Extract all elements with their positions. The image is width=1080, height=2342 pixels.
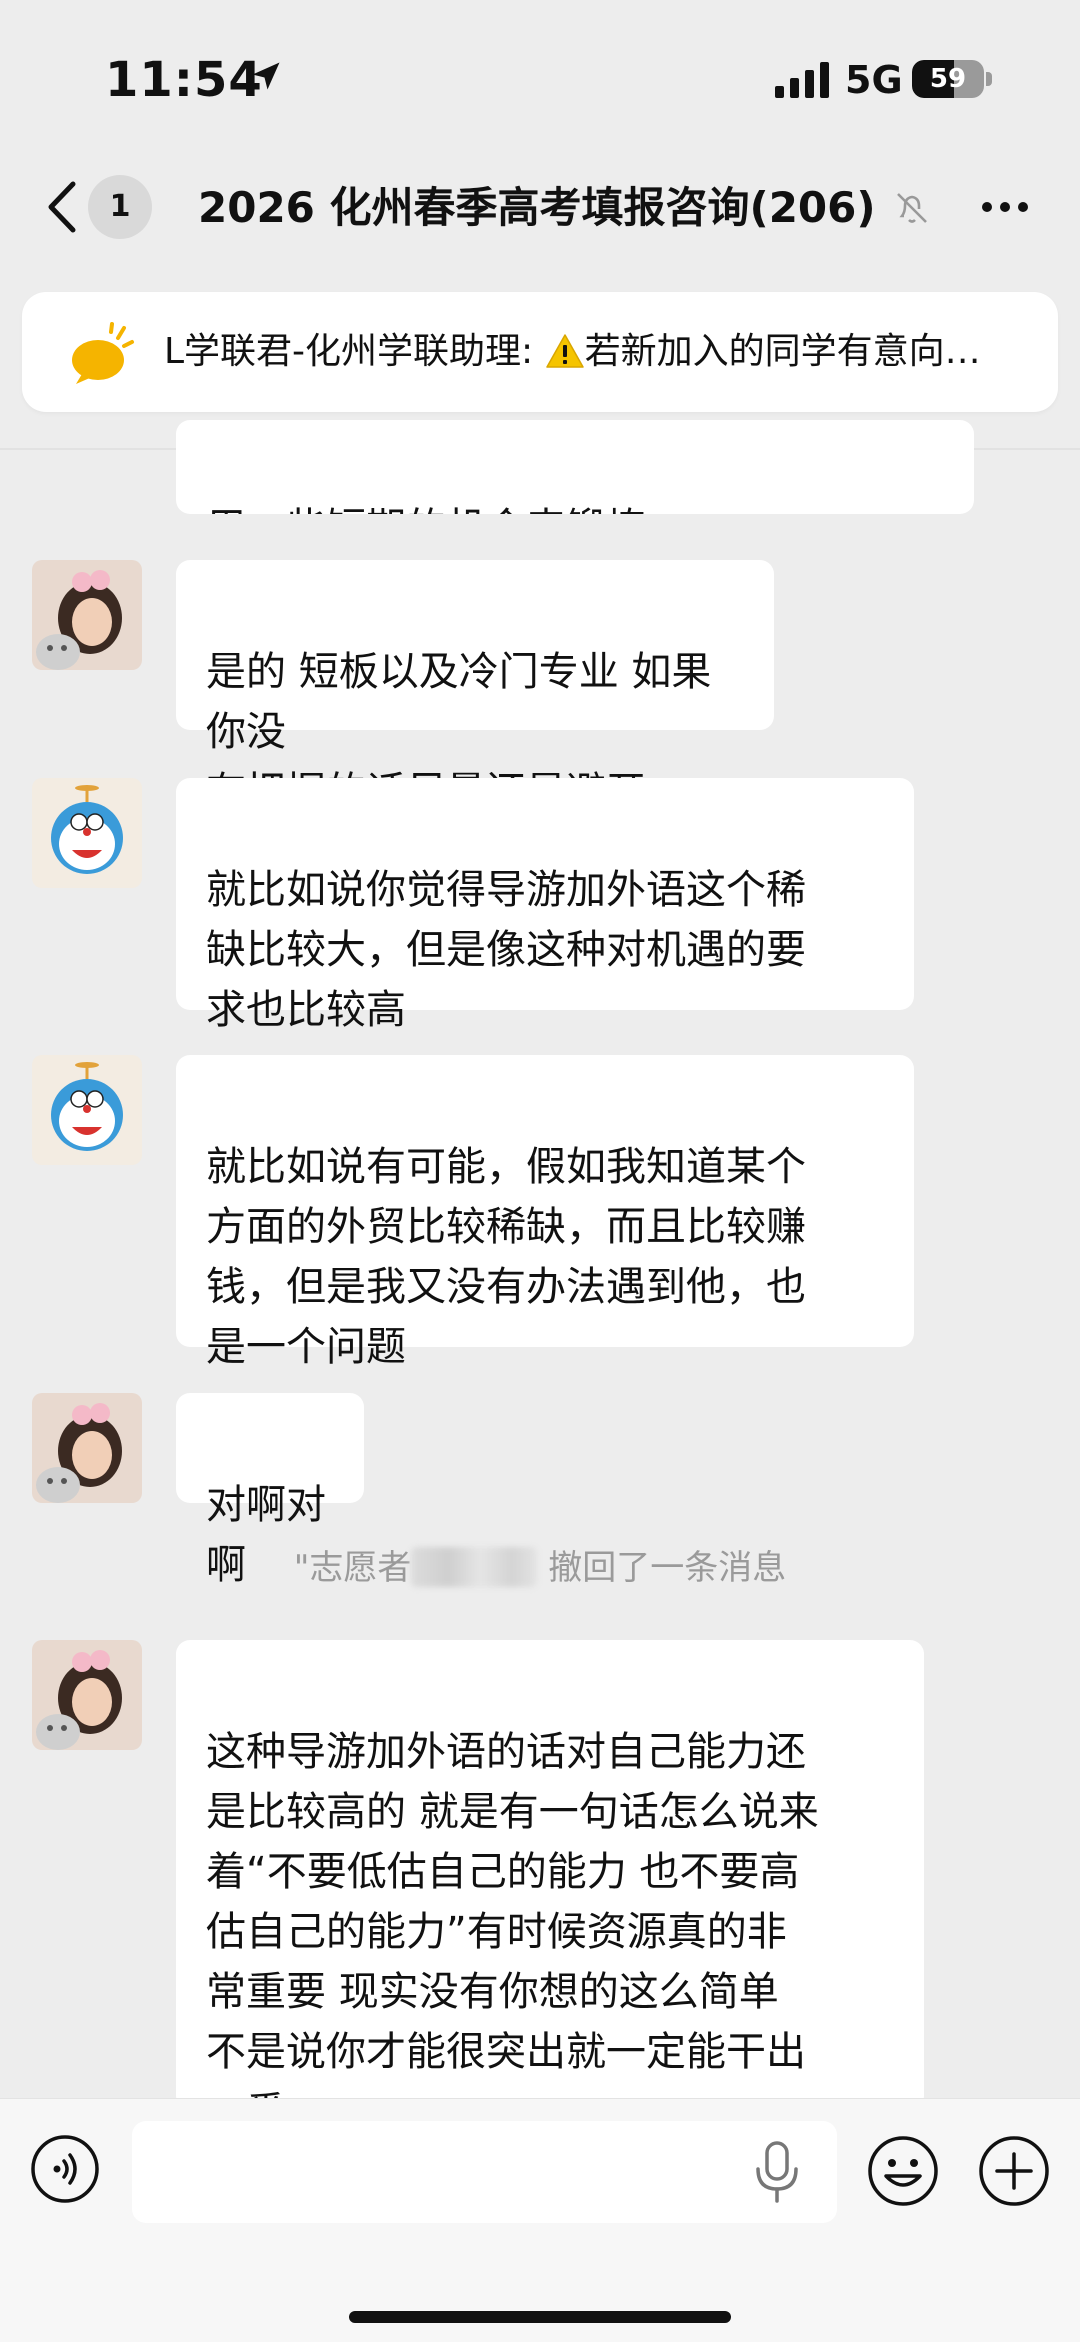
back-chevron-icon[interactable] [45,180,77,234]
announcement-bubble-icon [72,322,134,384]
recall-notice-prefix: "志愿者 [293,1548,412,1588]
pinned-sender: L学联君-化州学联助理: [164,331,545,372]
chat-title: 2026 化州春季高考填报咨询(206) [198,183,876,232]
network-type: 5G [845,58,903,102]
message-text: 就比如说你觉得导游加外语这个稀 缺比较大，但是像这种对机遇的要 求也比较高 [206,867,806,1033]
warning-icon [545,334,584,368]
message-text: 这种导游加外语的话对自己能力还 是比较高的 就是有一句话怎么说来 着“不要低估自… [206,1729,819,2110]
message-bubble[interactable]: 就比如说有可能，假如我知道某个 方面的外贸比较稀缺，而且比较赚 钱，但是我又没有… [176,1055,914,1370]
girl-cat-avatar[interactable] [32,1640,142,1750]
message-bubble[interactable]: 就比如说你觉得导游加外语这个稀 缺比较大，但是像这种对机遇的要 求也比较高 [176,778,914,1033]
status-bar: 11:54 5G 59 [0,0,1080,160]
girl-cat-avatar[interactable] [32,560,142,670]
battery-tip [986,72,992,86]
doraemon-avatar[interactable] [32,1055,142,1165]
input-bar [0,2098,1080,2342]
muted-bell-icon [897,193,927,223]
pinned-announcement-text: L学联君-化州学联助理: 若新加入的同学有意向… [164,322,1044,382]
add-attachment-icon[interactable] [977,2134,1051,2208]
cellular-signal-icon [775,62,829,98]
message-bubble[interactable]: 这种导游加外语的话对自己能力还 是比较高的 就是有一句话怎么说来 着“不要低估自… [176,1640,924,2110]
redacted-name [411,1547,538,1587]
unread-count-badge[interactable]: 1 [88,175,152,239]
recall-notice: "志愿者 撤回了一条消息 [0,1540,1080,1589]
message-bubble[interactable]: 是的 短板以及冷门专业 如果你没 有把握的话尽量还是避开 [176,560,774,815]
message-bubble[interactable]: 对啊对啊 [176,1393,364,1588]
voice-input-icon[interactable] [30,2134,100,2204]
battery-icon: 59 [912,60,984,98]
location-arrow-icon [252,62,280,90]
home-indicator[interactable] [349,2311,731,2323]
girl-cat-avatar[interactable] [32,1393,142,1503]
recall-notice-suffix: 撤回了一条消息 [537,1548,787,1588]
message-text: 就比如说有可能，假如我知道某个 方面的外贸比较稀缺，而且比较赚 钱，但是我又没有… [206,1144,806,1370]
emoji-icon[interactable] [866,2134,940,2208]
status-time: 11:54 [105,52,263,108]
more-options-icon[interactable] [980,200,1030,214]
doraemon-avatar[interactable] [32,778,142,888]
message-text: 用一些短期的机会来锻炼 [206,498,944,514]
message-input[interactable] [132,2121,837,2223]
pinned-message: 若新加入的同学有意向… [584,331,981,372]
pinned-announcement[interactable]: L学联君-化州学联助理: 若新加入的同学有意向… [22,292,1058,412]
battery-percent: 59 [929,64,967,94]
message-bubble[interactable]: 用一些短期的机会来锻炼 [176,420,974,514]
microphone-icon[interactable] [752,2139,802,2205]
